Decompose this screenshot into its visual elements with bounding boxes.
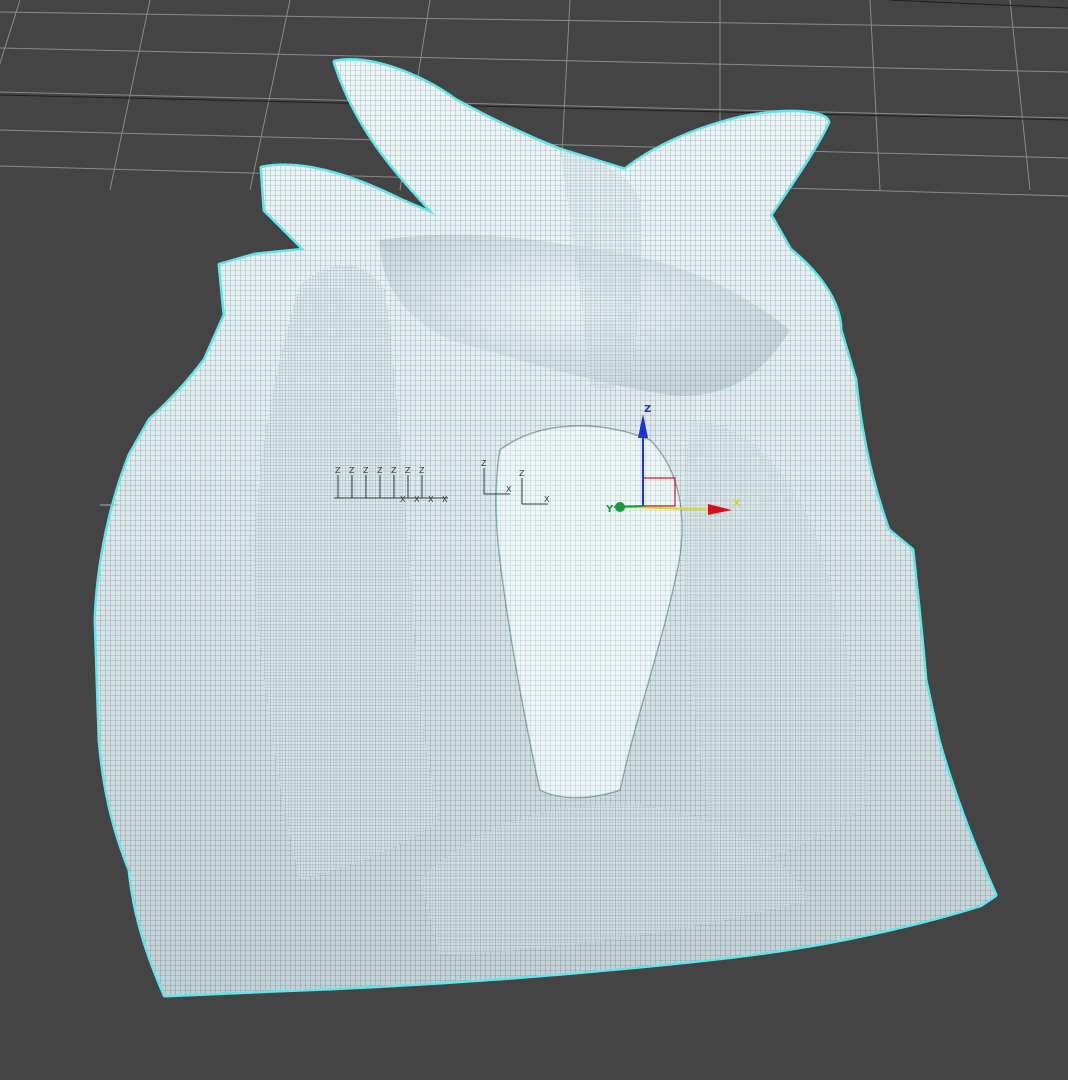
helper-label-z: Z: [363, 466, 369, 475]
helper-label-x: X: [442, 495, 448, 504]
gizmo-label-x: X: [733, 498, 741, 509]
helper-label-z: Z: [519, 469, 525, 478]
helper-label-z: Z: [349, 466, 355, 475]
helper-label-z: Z: [481, 459, 487, 468]
grid-line-h: [0, 11, 1068, 29]
grid-line-v: [249, 0, 291, 191]
3d-viewport[interactable]: ZZZZZZZXXXX ZXZX Z X Y: [0, 0, 1068, 1080]
grid-line-h: [0, 91, 1068, 119]
grid-line-h: [0, 47, 1068, 73]
helper-label-x: X: [428, 495, 434, 504]
helper-label-z: Z: [419, 466, 425, 475]
gizmo-label-z: Z: [644, 404, 651, 415]
grid-line-v: [869, 0, 881, 191]
grid-axis-x: [0, 94, 1068, 121]
helper-label-x: X: [506, 485, 512, 494]
helper-label-x: X: [400, 495, 406, 504]
viewport-canvas[interactable]: Z Z Z Z Z Z ZX X X X ZXZX Z X Y: [0, 0, 1068, 1080]
helper-label-x: X: [414, 495, 420, 504]
helper-label-z: Z: [335, 466, 341, 475]
gizmo-pivot[interactable]: [615, 502, 625, 512]
helper-label-z: Z: [405, 466, 411, 475]
helper-label-x: X: [544, 495, 550, 504]
helper-label-z: Z: [391, 466, 397, 475]
gizmo-label-y: Y: [605, 504, 614, 515]
grid-axis-y: [889, 0, 1068, 9]
grid-line-v: [1009, 0, 1031, 191]
helper-label-z: Z: [377, 466, 383, 475]
voxel-mesh[interactable]: [93, 58, 998, 998]
